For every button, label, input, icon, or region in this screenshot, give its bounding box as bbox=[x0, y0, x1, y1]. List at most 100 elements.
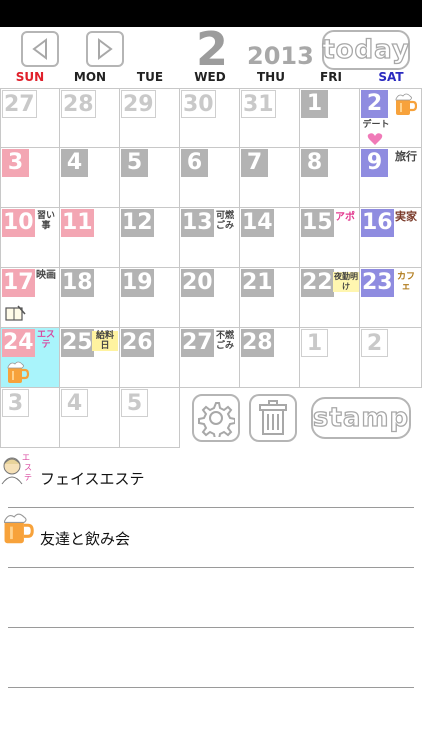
day-cell[interactable]: 28 bbox=[240, 328, 300, 388]
day-cell[interactable]: 8 bbox=[300, 148, 360, 208]
day-cell[interactable]: 1 bbox=[300, 88, 360, 148]
day-cell[interactable]: 3 bbox=[0, 148, 60, 208]
stamp-button[interactable]: stamp bbox=[311, 397, 411, 439]
day-cell[interactable]: 11 bbox=[60, 208, 120, 268]
day-number: 14 bbox=[241, 209, 274, 237]
day-cell[interactable]: 19 bbox=[120, 268, 180, 328]
day-number: 10 bbox=[2, 209, 35, 237]
weekday-tue: TUE bbox=[136, 70, 164, 84]
memo-list: エ ス テ フェイスエステ 友達と飲み会 bbox=[0, 448, 422, 750]
day-number: 26 bbox=[121, 329, 154, 357]
day-number: 29 bbox=[121, 90, 156, 118]
memo-text: 友達と飲み会 bbox=[40, 530, 131, 548]
day-cell[interactable]: 5 bbox=[120, 388, 180, 448]
prev-month-button[interactable] bbox=[21, 31, 59, 67]
day-number: 8 bbox=[301, 149, 328, 177]
day-cell[interactable]: 17 映画 bbox=[0, 268, 60, 328]
trash-button[interactable] bbox=[249, 394, 297, 442]
next-month-button[interactable] bbox=[86, 31, 124, 67]
weekday-thu: THU bbox=[257, 70, 285, 84]
day-cell[interactable]: 20 bbox=[180, 268, 240, 328]
day-cell[interactable]: 14 bbox=[240, 208, 300, 268]
book-icon bbox=[5, 305, 26, 321]
day-cell[interactable]: 6 bbox=[180, 148, 240, 208]
stamp-label: アポ bbox=[335, 212, 355, 223]
day-cell[interactable]: 13 可燃ごみ bbox=[180, 208, 240, 268]
day-cell[interactable]: 27 bbox=[0, 88, 60, 148]
day-cell[interactable]: 27 不燃ごみ bbox=[180, 328, 240, 388]
stamp-label: 不燃ごみ bbox=[215, 331, 234, 351]
memo-item[interactable] bbox=[8, 628, 414, 688]
day-cell[interactable]: 10 習い事 bbox=[0, 208, 60, 268]
day-number: 22 bbox=[301, 269, 334, 297]
day-cell[interactable]: 22 夜勤明け bbox=[300, 268, 360, 328]
beer-mug-icon bbox=[7, 361, 30, 383]
day-cell[interactable]: 25 給料日 bbox=[60, 328, 120, 388]
day-number: 2 bbox=[361, 90, 388, 118]
settings-button[interactable] bbox=[192, 394, 240, 442]
day-number: 2 bbox=[361, 329, 388, 357]
svg-text:ス: ス bbox=[24, 463, 32, 472]
today-button[interactable]: today bbox=[322, 30, 410, 70]
day-number: 4 bbox=[61, 389, 88, 417]
triangle-left-icon bbox=[32, 38, 47, 60]
day-cell[interactable]: 21 bbox=[240, 268, 300, 328]
day-cell[interactable]: 16 実家 bbox=[360, 208, 422, 268]
day-cell[interactable]: 28 bbox=[60, 88, 120, 148]
day-number: 5 bbox=[121, 149, 148, 177]
day-number: 16 bbox=[361, 209, 394, 237]
stamp-label: 実家 bbox=[395, 210, 417, 223]
weekday-mon: MON bbox=[73, 70, 107, 84]
stamp-label: カフェ bbox=[396, 272, 415, 292]
calendar-header: 2 2013 today bbox=[0, 22, 422, 76]
day-number: 25 bbox=[61, 329, 94, 357]
stamp-label: 夜勤明け bbox=[333, 272, 359, 292]
stamp-label: 映画 bbox=[36, 270, 56, 281]
memo-text: フェイスエステ bbox=[40, 470, 145, 488]
day-cell[interactable]: 31 bbox=[240, 88, 300, 148]
day-cell[interactable]: 2 デート bbox=[360, 88, 422, 148]
day-number: 28 bbox=[61, 90, 96, 118]
day-cell[interactable]: 29 bbox=[120, 88, 180, 148]
day-cell[interactable]: 9 旅行 bbox=[360, 148, 422, 208]
calendar-grid: 27 28 29 30 31 1 2 デート 3 4 5 6 7 8 9 旅行 … bbox=[0, 88, 422, 448]
day-cell[interactable]: 12 bbox=[120, 208, 180, 268]
memo-item[interactable]: 友達と飲み会 bbox=[3, 508, 414, 568]
weekday-sun: SUN bbox=[15, 70, 45, 84]
stamp-label: 旅行 bbox=[395, 150, 417, 163]
day-number: 23 bbox=[361, 269, 394, 297]
day-cell[interactable]: 15 アポ bbox=[300, 208, 360, 268]
day-cell[interactable]: 2 bbox=[360, 328, 422, 388]
day-number: 30 bbox=[181, 90, 216, 118]
day-number: 15 bbox=[301, 209, 334, 237]
day-cell-today[interactable]: 24 エステ bbox=[0, 328, 60, 388]
day-number: 28 bbox=[241, 329, 274, 357]
beer-mug-icon bbox=[3, 513, 34, 544]
memo-item[interactable] bbox=[8, 568, 414, 628]
day-cell[interactable]: 26 bbox=[120, 328, 180, 388]
day-cell[interactable]: 4 bbox=[60, 148, 120, 208]
day-cell[interactable]: 18 bbox=[60, 268, 120, 328]
triangle-right-icon bbox=[98, 38, 113, 60]
day-number: 17 bbox=[2, 269, 35, 297]
day-cell[interactable]: 4 bbox=[60, 388, 120, 448]
memo-item[interactable]: エ ス テ フェイスエステ bbox=[1, 448, 414, 508]
day-cell[interactable]: 7 bbox=[240, 148, 300, 208]
day-number: 3 bbox=[2, 389, 29, 417]
day-number: 5 bbox=[121, 389, 148, 417]
gear-icon bbox=[198, 402, 235, 437]
day-cell[interactable]: 5 bbox=[120, 148, 180, 208]
day-number: 1 bbox=[301, 329, 328, 357]
day-number: 31 bbox=[241, 90, 276, 118]
day-cell[interactable]: 23 カフェ bbox=[360, 268, 422, 328]
day-cell[interactable]: 30 bbox=[180, 88, 240, 148]
day-number: 27 bbox=[181, 329, 214, 357]
day-cell[interactable]: 1 bbox=[300, 328, 360, 388]
day-number: 20 bbox=[181, 269, 214, 297]
month-number: 2 bbox=[196, 22, 229, 76]
day-number: 6 bbox=[181, 149, 208, 177]
day-cell[interactable]: 3 bbox=[0, 388, 60, 448]
day-number: 19 bbox=[121, 269, 154, 297]
weekday-fri: FRI bbox=[320, 70, 342, 84]
day-number: 13 bbox=[181, 209, 214, 237]
